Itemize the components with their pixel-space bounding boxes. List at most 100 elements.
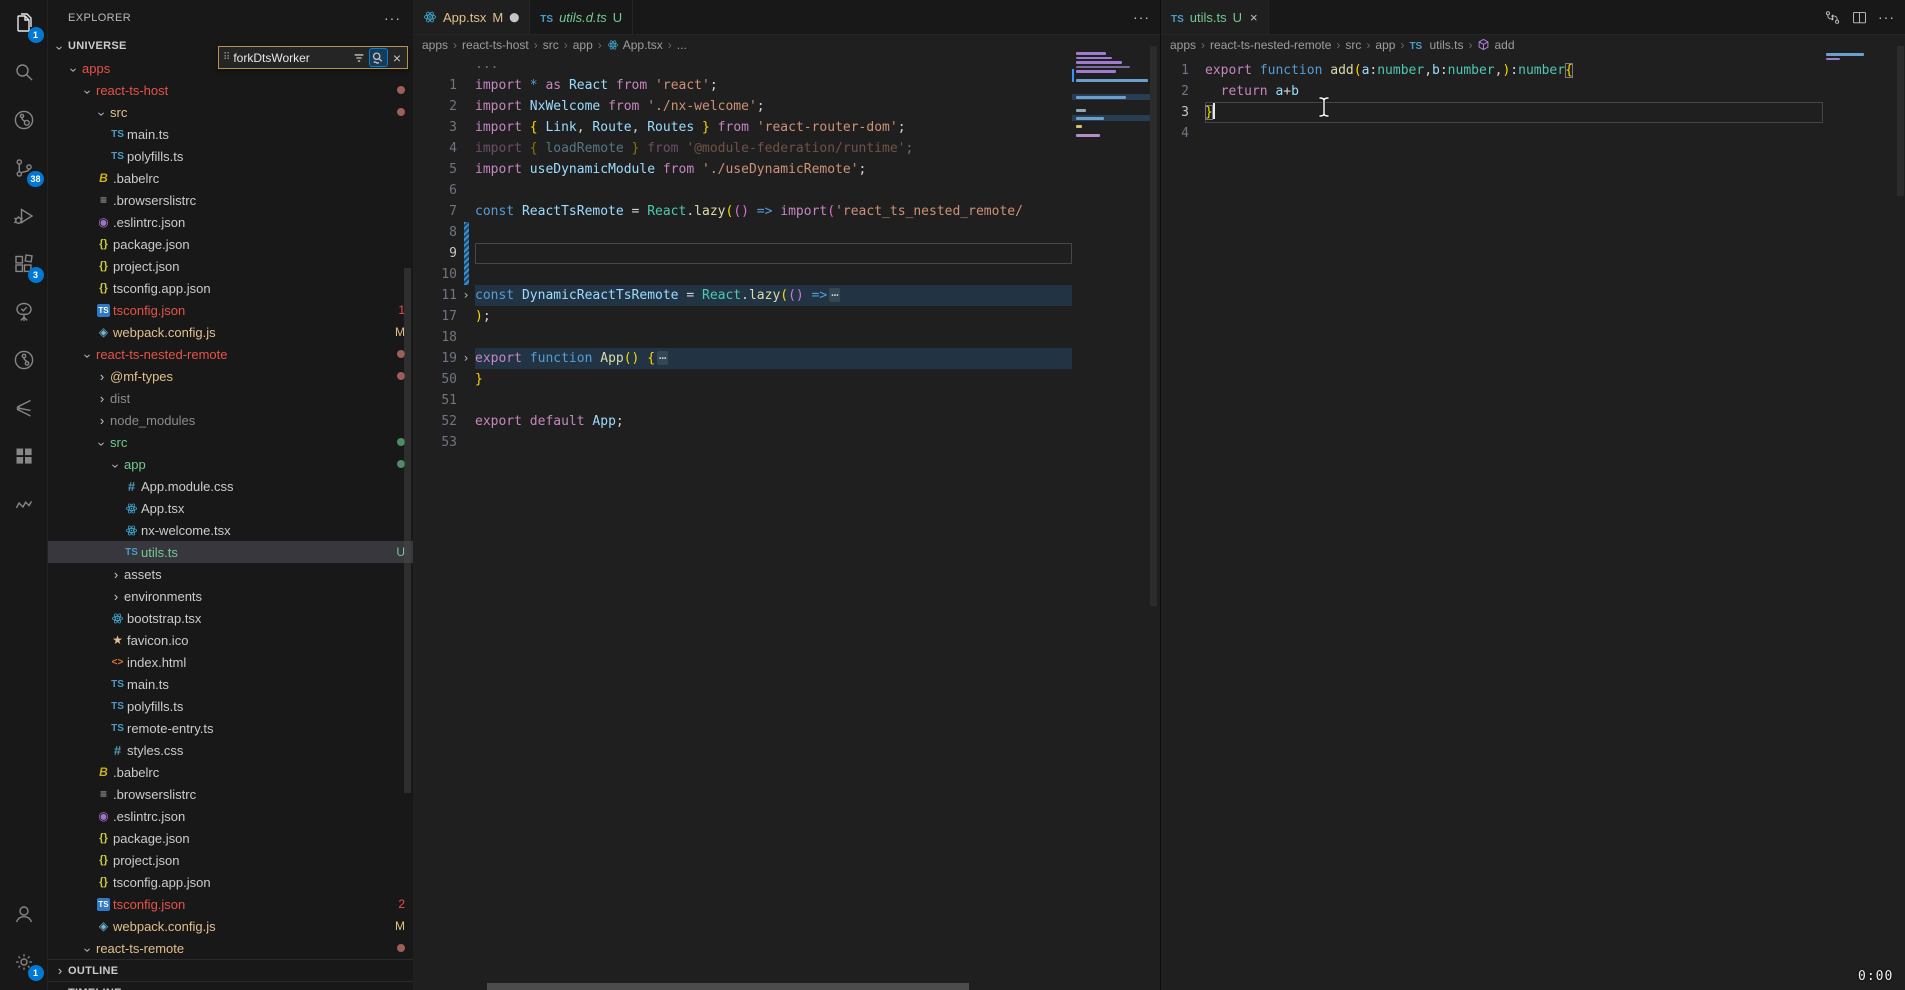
filter-grip-icon[interactable]: ⠿ [223, 52, 230, 63]
tree-filter-widget[interactable]: ⠿ forkDtsWorker × [218, 46, 408, 69]
tree-folder-react-ts-host[interactable]: ›react-ts-host [48, 79, 413, 101]
activity-item-todo-tree[interactable] [0, 288, 48, 336]
code-line-18[interactable]: 18 [413, 327, 1072, 348]
line-content[interactable]: ... [475, 54, 1072, 75]
tree-file-App.tsx[interactable]: App.tsx [48, 497, 413, 519]
tree-file-.eslintrc.json[interactable]: ◉.eslintrc.json [48, 211, 413, 233]
tree-file-project.json[interactable]: {}project.json [48, 255, 413, 277]
code-line-11[interactable]: 11›const DynamicReactTsRemote = React.la… [413, 285, 1072, 306]
activity-item-git-graph[interactable] [0, 336, 48, 384]
tree-file-remote-entry.ts[interactable]: TSremote-entry.ts [48, 717, 413, 739]
breadcrumb-item[interactable]: src [543, 38, 559, 52]
filter-close-icon[interactable]: × [391, 50, 403, 66]
code-line-50[interactable]: 50} [413, 369, 1072, 390]
panel-header-outline[interactable]: ›OUTLINE [48, 959, 413, 981]
tree-folder-environments[interactable]: ›environments [48, 585, 413, 607]
code-editor[interactable]: ...1import * as React from 'react';2impo… [413, 54, 1072, 453]
code-line-4[interactable]: 4import { loadRemote } from '@module-fed… [413, 138, 1072, 159]
tree-file-styles.css[interactable]: #styles.css [48, 739, 413, 761]
activity-item-circled-branch[interactable] [0, 96, 48, 144]
tree-file-bootstrap.tsx[interactable]: bootstrap.tsx [48, 607, 413, 629]
code-editor[interactable]: 1export function add(a:number,b:number,)… [1161, 54, 1823, 144]
line-content[interactable]: export default App; [475, 411, 1072, 432]
code-line-5[interactable]: 5import useDynamicModule from './useDyna… [413, 159, 1072, 180]
tree-file-tsconfig.json[interactable]: TStsconfig.json2 [48, 893, 413, 915]
line-content[interactable]: import { loadRemote } from '@module-fede… [475, 138, 1072, 159]
line-content[interactable]: export function add(a:number,b:number,):… [1205, 60, 1823, 81]
tree-file-main.ts[interactable]: TSmain.ts [48, 673, 413, 695]
tree-folder-react-ts-remote[interactable]: ›react-ts-remote [48, 937, 413, 959]
line-content[interactable]: ); [475, 306, 1072, 327]
tree-file-project.json[interactable]: {}project.json [48, 849, 413, 871]
line-content[interactable]: import { Link, Route, Routes } from 'rea… [475, 117, 1072, 138]
breadcrumb-item[interactable]: apps [422, 38, 448, 52]
code-line-8[interactable]: 8 [413, 222, 1072, 243]
line-content[interactable] [475, 327, 1072, 348]
line-content[interactable]: } [475, 369, 1072, 390]
horizontal-scrollbar[interactable] [487, 983, 969, 990]
line-content[interactable]: import * as React from 'react'; [475, 75, 1072, 96]
code-line[interactable]: ... [413, 54, 1072, 75]
tree-file-.babelrc[interactable]: B.babelrc [48, 167, 413, 189]
tab-close-icon[interactable]: × [1250, 10, 1258, 25]
code-line-2[interactable]: 2import NxWelcome from './nx-welcome'; [413, 96, 1072, 117]
line-content[interactable]: import NxWelcome from './nx-welcome'; [475, 96, 1072, 117]
activity-item-grid[interactable] [0, 432, 48, 480]
tree-file-App.module.css[interactable]: #App.module.css [48, 475, 413, 497]
breadcrumb-item[interactable]: App.tsx [607, 38, 663, 52]
tree-folder-node_modules[interactable]: ›node_modules [48, 409, 413, 431]
code-line-17[interactable]: 17); [413, 306, 1072, 327]
code-line-53[interactable]: 53 [413, 432, 1072, 453]
line-content[interactable] [475, 264, 1072, 285]
code-line-3[interactable]: 3} [1161, 102, 1823, 123]
more-actions-icon[interactable]: ··· [1878, 9, 1895, 25]
tree-file-package.json[interactable]: {}package.json [48, 827, 413, 849]
tree-file-utils.ts[interactable]: TSutils.tsU [48, 541, 413, 563]
line-content[interactable] [1205, 123, 1823, 144]
dirty-indicator-icon[interactable]: ⬤ [509, 12, 519, 23]
line-content[interactable]: const DynamicReactTsRemote = React.lazy(… [475, 285, 1072, 306]
breadcrumb-item[interactable]: app [1375, 38, 1395, 52]
breadcrumb-item[interactable]: src [1345, 38, 1361, 52]
code-line-4[interactable]: 4 [1161, 123, 1823, 144]
sidebar-scrollbar[interactable] [404, 268, 411, 793]
vertical-scrollbar[interactable] [1897, 46, 1904, 196]
activity-item-kilo[interactable] [0, 384, 48, 432]
tree-file-favicon.ico[interactable]: ★favicon.ico [48, 629, 413, 651]
tree-folder-dist[interactable]: ›dist [48, 387, 413, 409]
breadcrumb-item[interactable]: react-ts-nested-remote [1210, 38, 1331, 52]
filter-input[interactable]: forkDtsWorker [233, 51, 348, 65]
activity-item-run-debug[interactable] [0, 192, 48, 240]
line-content[interactable] [475, 243, 1072, 264]
line-content[interactable]: export function App() {⋯ [475, 348, 1072, 369]
breadcrumb-item[interactable]: react-ts-host [462, 38, 529, 52]
line-content[interactable]: const ReactTsRemote = React.lazy(() => i… [475, 201, 1072, 222]
activity-item-extensions[interactable]: 3 [0, 240, 48, 288]
activity-item-explorer[interactable]: 1 [0, 0, 48, 48]
split-editor-icon[interactable] [1851, 9, 1868, 26]
fold-chevron-icon[interactable]: › [457, 285, 475, 306]
breadcrumb-item[interactable]: add [1477, 38, 1514, 52]
fold-chevron-icon[interactable]: › [457, 348, 475, 369]
tree-folder-react-ts-nested-remote[interactable]: ›react-ts-nested-remote [48, 343, 413, 365]
tree-file-.babelrc[interactable]: B.babelrc [48, 761, 413, 783]
line-content[interactable] [475, 432, 1072, 453]
tree-folder-@mf-types[interactable]: ›@mf-types [48, 365, 413, 387]
tree-file-package.json[interactable]: {}package.json [48, 233, 413, 255]
line-content[interactable]: } [1205, 102, 1823, 123]
code-line-51[interactable]: 51 [413, 390, 1072, 411]
tree-file-nx-welcome.tsx[interactable]: nx-welcome.tsx [48, 519, 413, 541]
tree-file-polyfills.ts[interactable]: TSpolyfills.ts [48, 145, 413, 167]
more-actions-icon[interactable]: ··· [1133, 9, 1150, 25]
line-content[interactable] [475, 222, 1072, 243]
open-changes-icon[interactable] [1824, 9, 1841, 26]
tree-file-.browserslistrc[interactable]: ≡.browserslistrc [48, 189, 413, 211]
explorer-more-actions-icon[interactable]: ··· [384, 10, 401, 26]
minimap[interactable] [1072, 48, 1150, 168]
code-line-7[interactable]: 7const ReactTsRemote = React.lazy(() => … [413, 201, 1072, 222]
tree-file-polyfills.ts[interactable]: TSpolyfills.ts [48, 695, 413, 717]
tree-file-.browserslistrc[interactable]: ≡.browserslistrc [48, 783, 413, 805]
tree-file-webpack.config.js[interactable]: ◈webpack.config.jsM [48, 915, 413, 937]
filter-icon[interactable] [352, 51, 366, 65]
activity-item-wave[interactable] [0, 480, 48, 528]
